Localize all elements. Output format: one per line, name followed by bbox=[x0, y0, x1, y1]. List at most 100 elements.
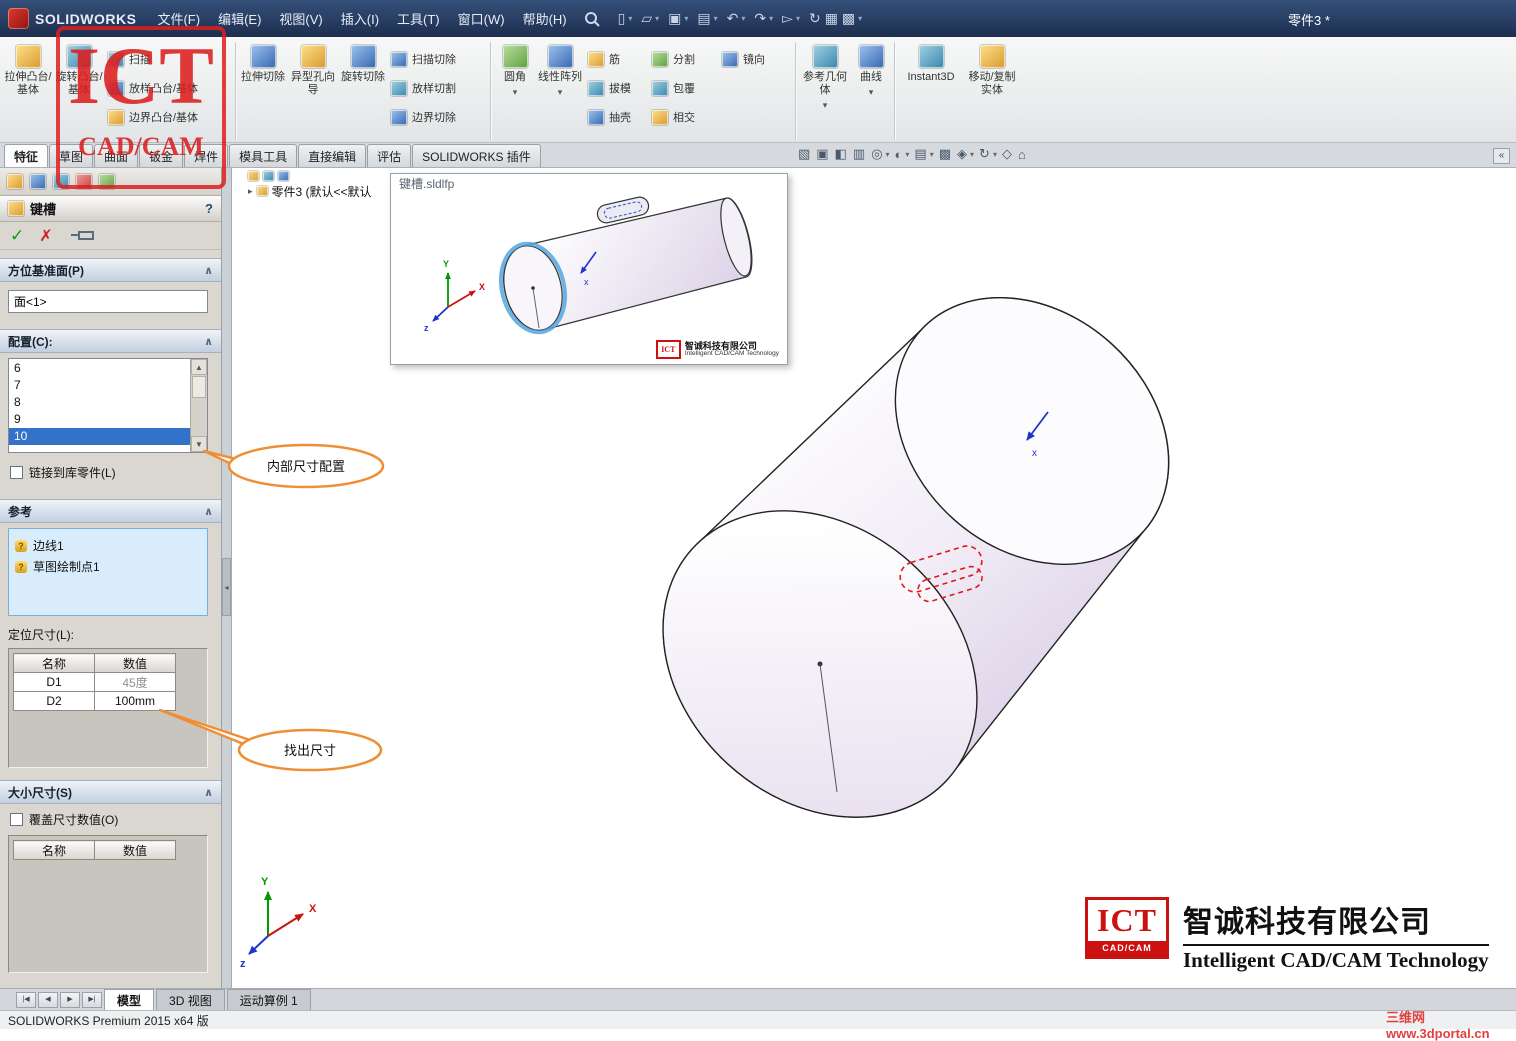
zoom-fit-icon[interactable]: ▧ bbox=[795, 146, 813, 162]
ribbon-button-boundary-cut[interactable]: 边界切除 bbox=[387, 104, 487, 130]
dropdown-caret-icon[interactable]: ▾ bbox=[993, 150, 997, 159]
config-option-8[interactable]: 8 bbox=[9, 394, 190, 411]
collapse-pane-icon[interactable]: « bbox=[1493, 148, 1510, 164]
tab-3d-views[interactable]: 3D 视图 bbox=[156, 989, 225, 1010]
hide-show-items-icon[interactable]: ▤ bbox=[911, 146, 929, 162]
ribbon-button-lofted-boss[interactable]: 放样凸台/基体 bbox=[104, 75, 232, 101]
reference-item-edge[interactable]: ? 边线1 bbox=[15, 535, 201, 556]
dropdown-caret-icon[interactable]: ▾ bbox=[769, 14, 773, 23]
link-to-library-checkbox[interactable]: 链接到库零件(L) bbox=[10, 464, 116, 481]
previous-tab-button[interactable]: ◀ bbox=[38, 991, 58, 1008]
section-references-header[interactable]: 参考 ∧ bbox=[0, 499, 221, 523]
dimxpertmanager-tab-icon[interactable] bbox=[76, 174, 92, 189]
view-orientation-icon[interactable]: ◎ bbox=[868, 146, 885, 162]
ribbon-button-split[interactable]: 分割 bbox=[648, 46, 718, 72]
ribbon-button-lofted-cut[interactable]: 放样切割 bbox=[387, 75, 487, 101]
ribbon-button-boundary-boss[interactable]: 边界凸台/基体 bbox=[104, 104, 232, 130]
ribbon-button-hole-wizard[interactable]: 异型孔向导 bbox=[287, 40, 339, 138]
dropdown-caret-icon[interactable]: ▾ bbox=[858, 14, 862, 23]
ribbon-button-rib[interactable]: 筋 bbox=[584, 46, 648, 72]
redo-icon[interactable]: ↷ bbox=[752, 9, 768, 28]
tab-features[interactable]: 特征 bbox=[4, 144, 49, 167]
config-option-9[interactable]: 9 bbox=[9, 411, 190, 428]
tree-filter-icon[interactable] bbox=[248, 170, 259, 181]
tree-caret-icon[interactable]: ▸ bbox=[248, 186, 253, 197]
keep-visible-pin-icon[interactable] bbox=[70, 231, 94, 240]
tree-pin-icon[interactable] bbox=[278, 170, 289, 181]
ribbon-button-linear-pattern[interactable]: 线性阵列 ▾ bbox=[536, 40, 584, 138]
panel-splitter[interactable]: ◂ bbox=[222, 168, 232, 988]
ribbon-button-mirror[interactable]: 镜向 bbox=[718, 46, 792, 72]
menu-window[interactable]: 窗口(W) bbox=[449, 5, 514, 32]
previous-view-icon[interactable]: ◧ bbox=[832, 146, 850, 162]
configurationmanager-tab-icon[interactable] bbox=[53, 174, 69, 189]
search-icon[interactable] bbox=[584, 11, 600, 27]
zoom-area-icon[interactable]: ▣ bbox=[813, 146, 831, 162]
tree-display-icon[interactable] bbox=[263, 170, 274, 181]
scroll-up-icon[interactable]: ▲ bbox=[191, 359, 207, 375]
ribbon-button-curves[interactable]: 曲线 ▾ bbox=[851, 40, 891, 138]
dropdown-caret-icon[interactable]: ▾ bbox=[970, 150, 974, 159]
3d-drawing-view-icon[interactable]: ◇ bbox=[999, 146, 1015, 162]
section-orientation-header[interactable]: 方位基准面(P) ∧ bbox=[0, 258, 221, 282]
help-icon[interactable]: ? bbox=[205, 201, 213, 216]
section-view-icon[interactable]: ▥ bbox=[850, 146, 868, 162]
first-tab-button[interactable]: |◀ bbox=[16, 991, 36, 1008]
new-icon[interactable]: ▯ bbox=[616, 9, 628, 28]
ribbon-button-revolved-cut[interactable]: 旋转切除 bbox=[339, 40, 387, 138]
rebuild-icon[interactable]: ↻ bbox=[807, 9, 823, 28]
tab-solidworks-addins[interactable]: SOLIDWORKS 插件 bbox=[412, 144, 541, 167]
menu-insert[interactable]: 插入(I) bbox=[332, 5, 388, 32]
menu-file[interactable]: 文件(F) bbox=[148, 5, 209, 32]
dropdown-caret-icon[interactable]: ▾ bbox=[741, 14, 745, 23]
dropdown-caret-icon[interactable]: ▾ bbox=[513, 86, 518, 99]
tab-weldments[interactable]: 焊件 bbox=[184, 144, 229, 167]
ribbon-button-wrap[interactable]: 包覆 bbox=[648, 75, 718, 101]
apply-scene-icon[interactable]: ◈ bbox=[954, 146, 970, 162]
reference-item-sketch-point[interactable]: ? 草图绘制点1 bbox=[15, 556, 201, 577]
tab-evaluate[interactable]: 评估 bbox=[367, 144, 412, 167]
featuremanager-tab-icon[interactable] bbox=[7, 174, 23, 189]
ribbon-button-intersect[interactable]: 相交 bbox=[648, 104, 718, 130]
ribbon-button-revolved-boss-base[interactable]: 旋转凸台/基体 bbox=[54, 40, 104, 138]
options-icon[interactable]: ▩ bbox=[840, 9, 857, 28]
ribbon-button-move-copy-bodies[interactable]: 移动/复制实体 bbox=[964, 40, 1020, 138]
undo-icon[interactable]: ↶ bbox=[725, 9, 741, 28]
edit-appearance-icon[interactable]: ▩ bbox=[936, 146, 954, 162]
tab-mold-tools[interactable]: 模具工具 bbox=[229, 144, 298, 167]
splitter-handle[interactable]: ◂ bbox=[222, 558, 231, 616]
ribbon-button-extruded-cut[interactable]: 拉伸切除 bbox=[239, 40, 287, 138]
cancel-button[interactable]: ✗ bbox=[39, 226, 52, 246]
config-option-7[interactable]: 7 bbox=[9, 377, 190, 394]
scrollbar-thumb[interactable] bbox=[192, 376, 206, 398]
displaymanager-tab-icon[interactable] bbox=[99, 174, 115, 189]
file-properties-icon[interactable]: ▦ bbox=[823, 9, 840, 28]
section-configuration-header[interactable]: 配置(C): ∧ bbox=[0, 329, 221, 353]
rotate-view-icon[interactable]: ⌂ bbox=[1015, 147, 1029, 162]
override-dimension-checkbox[interactable]: 覆盖尺寸数值(O) bbox=[10, 811, 118, 828]
ribbon-button-swept-boss[interactable]: 扫描 bbox=[104, 46, 232, 72]
dropdown-caret-icon[interactable]: ▾ bbox=[886, 150, 890, 159]
print-icon[interactable]: ▤ bbox=[695, 9, 712, 28]
orientation-plane-field[interactable] bbox=[8, 290, 208, 313]
tab-model[interactable]: 模型 bbox=[104, 989, 155, 1010]
menu-view[interactable]: 视图(V) bbox=[270, 5, 331, 32]
dimension-value-cell[interactable]: 45度 bbox=[94, 672, 176, 692]
checkbox-box[interactable] bbox=[10, 813, 23, 826]
menu-edit[interactable]: 编辑(E) bbox=[209, 5, 270, 32]
section-size-header[interactable]: 大小尺寸(S) ∧ bbox=[0, 780, 221, 804]
config-option-6[interactable]: 6 bbox=[9, 360, 190, 377]
ribbon-button-extruded-boss-base[interactable]: 拉伸凸台/基体 bbox=[2, 40, 54, 138]
dropdown-caret-icon[interactable]: ▾ bbox=[628, 14, 632, 23]
propertymanager-tab-icon[interactable] bbox=[30, 174, 46, 189]
ribbon-button-fillet[interactable]: 圆角 ▾ bbox=[494, 40, 536, 138]
configuration-listbox[interactable]: 6 7 8 9 10 ▲ ▼ bbox=[8, 358, 208, 453]
open-icon[interactable]: ▱ bbox=[639, 9, 654, 28]
save-icon[interactable]: ▣ bbox=[666, 9, 683, 28]
collapse-chevron-icon[interactable]: ∧ bbox=[204, 505, 213, 518]
ribbon-button-swept-cut[interactable]: 扫描切除 bbox=[387, 46, 487, 72]
ribbon-button-instant3d[interactable]: Instant3D bbox=[898, 40, 964, 138]
dropdown-caret-icon[interactable]: ▾ bbox=[796, 14, 800, 23]
tab-direct-editing[interactable]: 直接编辑 bbox=[298, 144, 367, 167]
ok-button[interactable]: ✓ bbox=[10, 226, 24, 246]
